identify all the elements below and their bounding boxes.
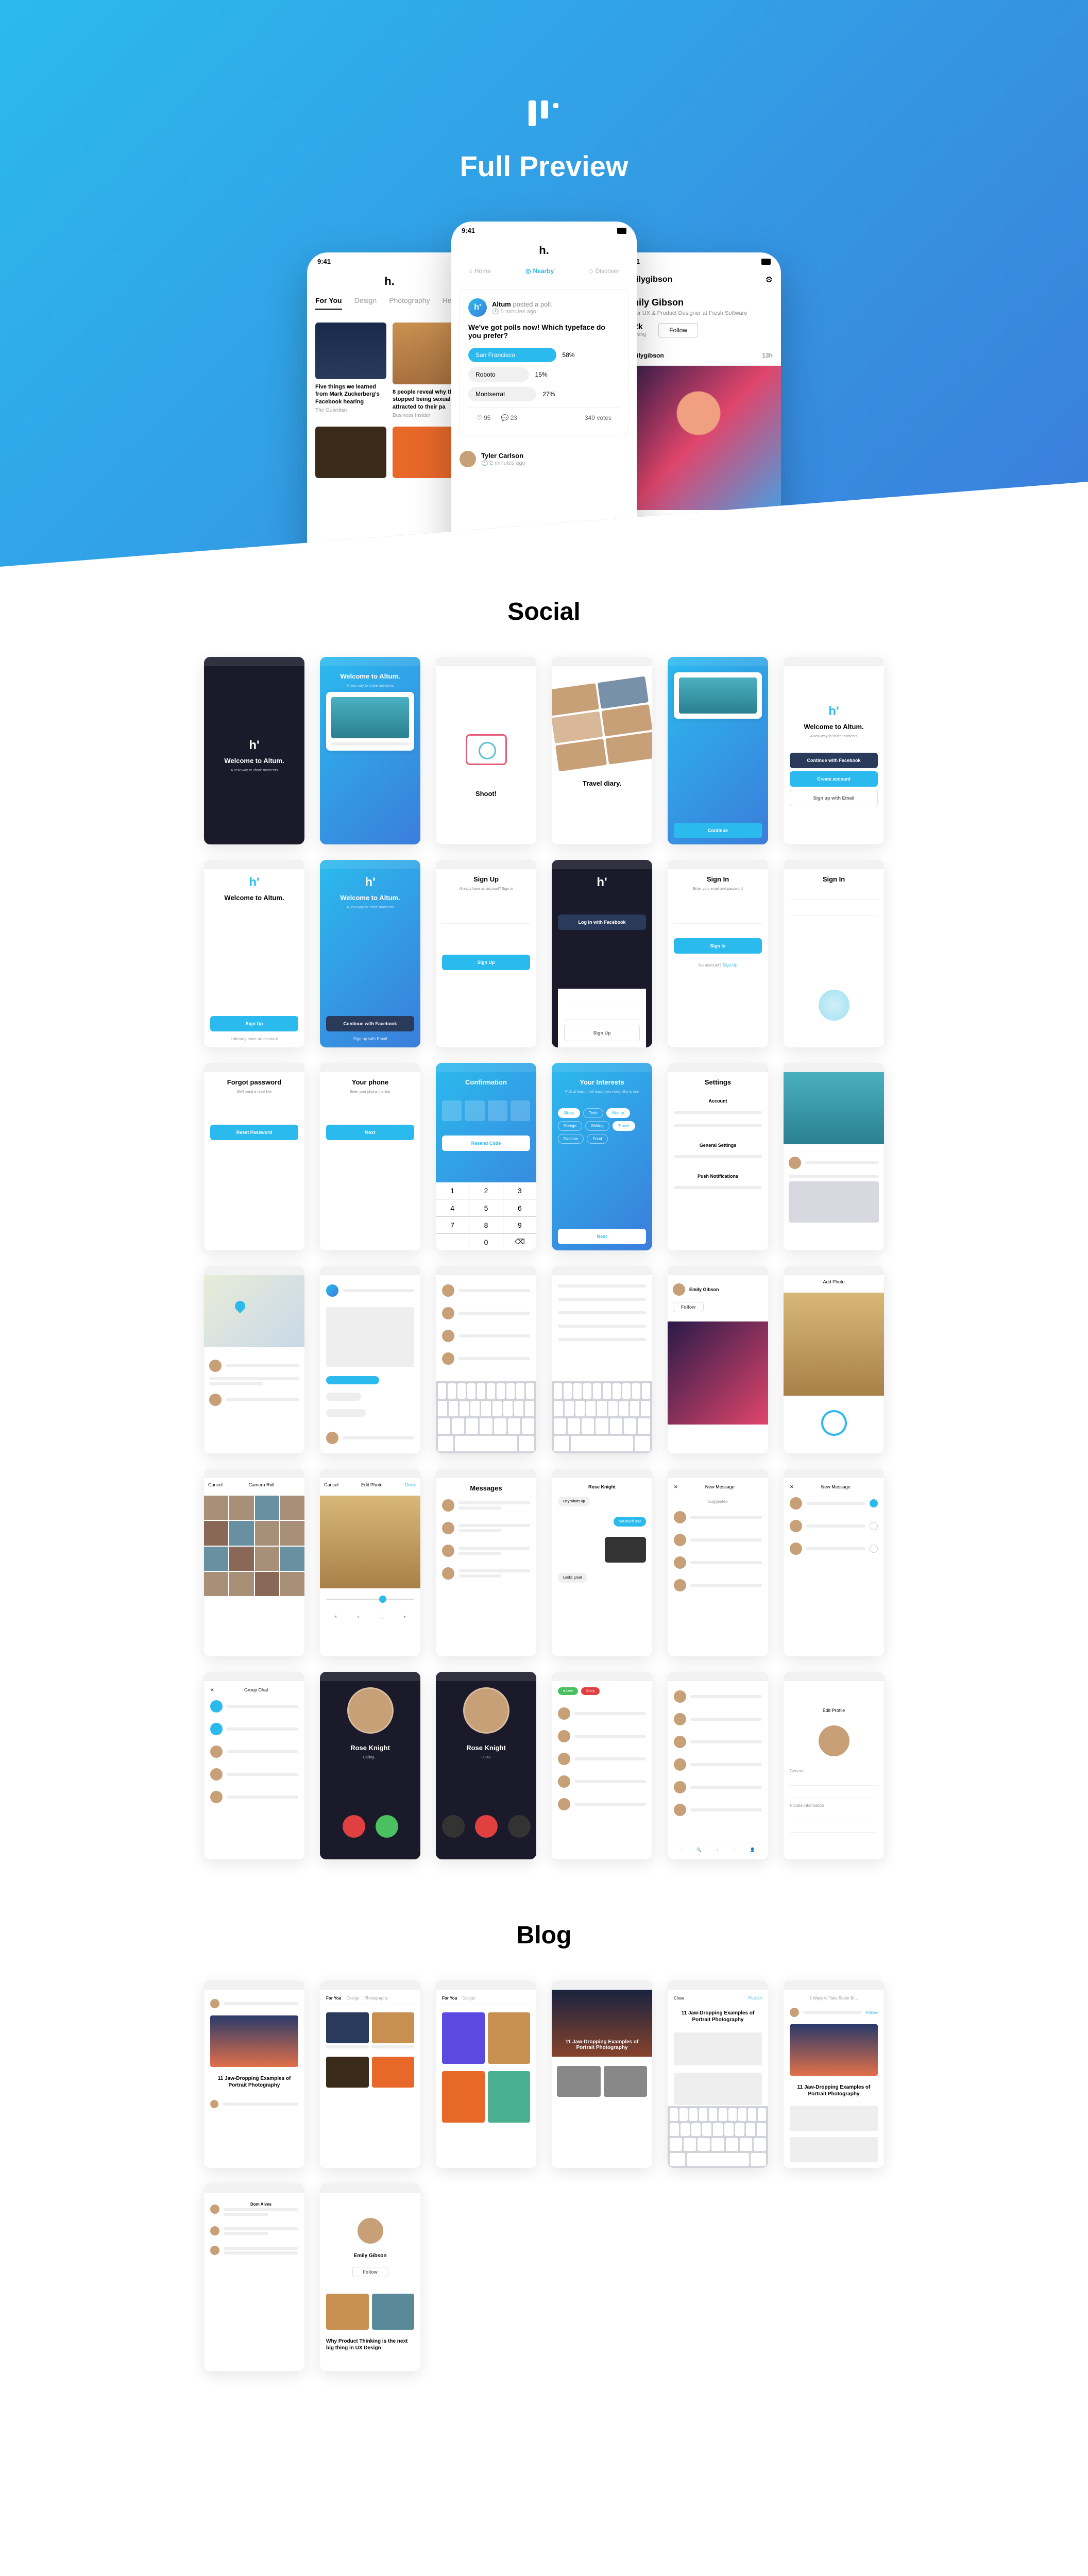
screen-feed-map[interactable] <box>204 1266 304 1453</box>
screen-blog-comments[interactable]: Dom Alves <box>204 2183 304 2371</box>
section-title: Social <box>0 598 1088 626</box>
commenter-name: Tyler Carlson <box>481 452 525 460</box>
screen-camera-roll[interactable]: CancelCamera Roll <box>204 1469 304 1656</box>
poll-author-avatar[interactable]: h' <box>468 298 487 317</box>
settings-icon[interactable]: ⚙ <box>766 275 773 285</box>
vote-count: 349 votes <box>585 414 611 421</box>
screen-phone[interactable]: Your phoneEnter your phone numberNext <box>320 1063 420 1250</box>
screen-welcome-card[interactable]: Welcome to Altum.A new way to share mome… <box>320 657 420 844</box>
status-time: 9:41 <box>462 227 475 234</box>
poll-option[interactable]: Roboto15% <box>468 367 620 382</box>
screen-confirmation[interactable]: ConfirmationResend Code1234567890⌫ <box>436 1063 536 1250</box>
screen-post-detail[interactable] <box>784 1063 884 1250</box>
poll-option[interactable]: Montserrat27% <box>468 387 620 401</box>
screen-notifications[interactable]: ⌂🔍＋♡👤 <box>668 1672 768 1859</box>
article-image[interactable] <box>315 427 386 478</box>
screen-new-message-selected[interactable]: ✕New Message <box>784 1469 884 1656</box>
section-title: Blog <box>0 1921 1088 1950</box>
tab-home[interactable]: ⌂ Home <box>469 267 491 275</box>
poll-question: We've got polls now! Which typeface do y… <box>468 323 620 340</box>
profile-photo[interactable] <box>616 366 781 510</box>
screen-blog-hero[interactable]: 11 Jaw-Dropping Examples of Portrait Pho… <box>552 1980 652 2168</box>
preview-phone-poll: 9:41 h. ⌂ Home ◎ Nearby ◇ Discover h' Al… <box>451 222 637 592</box>
screen-chat[interactable]: Rose KnightHey whats upNot much youLooks… <box>552 1469 652 1656</box>
brand-logo <box>523 93 565 134</box>
hero-section: Full Preview 9:41 h. For You Design Phot… <box>0 0 1088 567</box>
hero-title: Full Preview <box>460 149 628 183</box>
screen-blog-read[interactable]: 5 Ways to Take Better Br...Follow11 Jaw-… <box>784 1980 884 2168</box>
app-logo: h. <box>451 240 637 261</box>
screen-blog-article[interactable]: 11 Jaw-Dropping Examples of Portrait Pho… <box>204 1980 304 2168</box>
status-time: 9:41 <box>317 258 331 265</box>
screen-signin[interactable]: Sign InEnter your email and passwordSign… <box>668 860 768 1047</box>
screen-blog-feed[interactable]: For YouDesignPhotography <box>320 1980 420 2168</box>
screen-welcome-fb[interactable]: h'Welcome to Altum.A new way to share mo… <box>320 860 420 1047</box>
screen-active-call[interactable]: Rose Knight00:42 <box>436 1672 536 1859</box>
screen-welcome-cta[interactable]: h'Welcome to Altum.Sign UpI already have… <box>204 860 304 1047</box>
app-logo: h. <box>307 270 472 292</box>
screen-poll-feed[interactable] <box>320 1266 420 1453</box>
blog-section: Blog 11 Jaw-Dropping Examples of Portrai… <box>0 1890 1088 2402</box>
screen-search[interactable] <box>436 1266 536 1453</box>
screen-welcome-light[interactable]: h'Welcome to Altum.A new way to share mo… <box>784 657 884 844</box>
screen-blog-cards[interactable]: For YouDesign <box>436 1980 536 2168</box>
screen-new-message[interactable]: ✕New MessageSuggested <box>668 1469 768 1656</box>
article-image[interactable] <box>315 323 386 379</box>
category-tabs: For You Design Photography He <box>307 292 472 314</box>
tab-more[interactable]: He <box>443 296 452 310</box>
screen-edit-photo[interactable]: CancelEdit PhotoDone☀◐⬚✦ <box>320 1469 420 1656</box>
comment-row[interactable]: Tyler Carlson 🕐 2 minutes ago <box>451 445 637 473</box>
screen-blog-compose[interactable]: ClosePublish11 Jaw-Dropping Examples of … <box>668 1980 768 2168</box>
tab-design[interactable]: Design <box>354 296 377 310</box>
tab-for-you[interactable]: For You <box>315 296 342 310</box>
screen-incoming-call[interactable]: Rose KnightCalling... <box>320 1672 420 1859</box>
tab-discover[interactable]: ◇ Discover <box>588 267 619 275</box>
screen-profile[interactable]: Emily GibsonFollow <box>668 1266 768 1453</box>
screen-signup[interactable]: Sign UpAlready have an account? Sign inS… <box>436 860 536 1047</box>
screen-stories[interactable]: ● LiveStory <box>552 1672 652 1859</box>
screen-group-chat[interactable]: ✕Group Chat <box>204 1672 304 1859</box>
poll-time: 5 minutes ago <box>501 309 536 315</box>
preview-phone-profile: 9:41 emilygibson ⚙ Emily Gibson Senior U… <box>616 252 781 582</box>
screen-add-photo[interactable]: Add Photo <box>784 1266 884 1453</box>
like-count[interactable]: ♡ 95 <box>477 414 490 421</box>
social-section: Social h'Welcome to Altum.A new way to s… <box>0 567 1088 1890</box>
commenter-avatar[interactable] <box>460 451 476 467</box>
comment-count[interactable]: 💬 23 <box>501 414 517 421</box>
screen-settings[interactable]: SettingsAccountGeneral SettingsPush Noti… <box>668 1063 768 1250</box>
poll-author[interactable]: Altum <box>492 300 511 308</box>
tab-photography[interactable]: Photography <box>389 296 430 310</box>
screen-welcome-dark[interactable]: h'Welcome to Altum.A new way to share mo… <box>204 657 304 844</box>
article-title[interactable]: Five things we learned from Mark Zuckerb… <box>315 383 386 405</box>
screen-signin-touchid[interactable]: Sign In <box>784 860 884 1047</box>
screen-messages[interactable]: Messages <box>436 1469 536 1656</box>
screen-travel[interactable]: Travel diary. <box>552 657 652 844</box>
poll-option[interactable]: San Francisco58% <box>468 348 620 362</box>
screen-welcome-signup[interactable]: Continue <box>668 657 768 844</box>
profile-bio: Senior UX & Product Designer at Fresh So… <box>624 310 773 316</box>
profile-name: Emily Gibson <box>624 297 773 308</box>
poll-card: h' Altum posted a poll. 🕐 5 minutes ago … <box>460 290 628 436</box>
screen-blog-author[interactable]: Emily GibsonFollowWhy Product Thinking i… <box>320 2183 420 2371</box>
nav-tabs: ⌂ Home ◎ Nearby ◇ Discover <box>451 261 637 281</box>
screen-edit-profile[interactable]: Edit ProfileGeneralPrivate information <box>784 1672 884 1859</box>
follow-button[interactable]: Follow <box>658 323 698 337</box>
screen-search-tags[interactable] <box>552 1266 652 1453</box>
preview-phone-feed: 9:41 h. For You Design Photography He Fi… <box>307 252 472 582</box>
screen-shoot[interactable]: Shoot! <box>436 657 536 844</box>
screen-signup-dark[interactable]: h'Log in with FacebookSign Up <box>552 860 652 1047</box>
article-source: The Guardian <box>315 408 386 413</box>
screen-forgot[interactable]: Forgot passwordWe'll send a reset linkRe… <box>204 1063 304 1250</box>
tab-nearby[interactable]: ◎ Nearby <box>525 267 554 275</box>
phones-showcase: 9:41 h. For You Design Photography He Fi… <box>235 222 853 572</box>
screen-interests[interactable]: Your InterestsPick at least three topics… <box>552 1063 652 1250</box>
